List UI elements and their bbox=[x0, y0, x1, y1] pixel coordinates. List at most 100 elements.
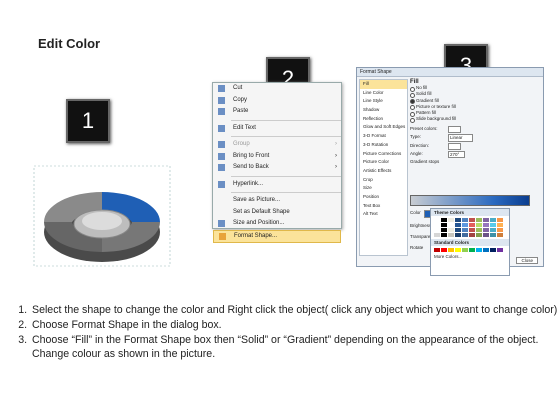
color-swatch[interactable] bbox=[476, 218, 482, 222]
color-swatch[interactable] bbox=[490, 218, 496, 222]
color-swatch[interactable] bbox=[483, 218, 489, 222]
category-item[interactable]: 3-D Rotation bbox=[360, 141, 407, 150]
color-swatch[interactable] bbox=[462, 248, 468, 252]
menu-item-save-as-picture[interactable]: Save as Picture... bbox=[213, 195, 341, 207]
color-swatch[interactable] bbox=[434, 233, 440, 237]
gradient-stops-bar[interactable] bbox=[410, 195, 530, 206]
menu-item-bring-to-front[interactable]: Bring to Front › bbox=[213, 151, 341, 163]
scissors-icon bbox=[218, 85, 225, 92]
category-item[interactable]: Glow and Soft Edges bbox=[360, 123, 407, 132]
color-swatch[interactable] bbox=[476, 233, 482, 237]
color-swatch[interactable] bbox=[490, 233, 496, 237]
category-item[interactable]: Alt Text bbox=[360, 210, 407, 219]
color-swatch[interactable] bbox=[462, 233, 468, 237]
color-swatch[interactable] bbox=[469, 218, 475, 222]
direction-dropdown[interactable] bbox=[448, 142, 461, 151]
color-swatch[interactable] bbox=[434, 228, 440, 232]
menu-item-set-as-default-shape[interactable]: Set as Default Shape bbox=[213, 207, 341, 219]
color-swatch[interactable] bbox=[441, 218, 447, 222]
category-item[interactable]: Position bbox=[360, 193, 407, 202]
category-item[interactable]: 3-D Format bbox=[360, 132, 407, 141]
close-button[interactable]: Close bbox=[516, 257, 538, 264]
category-item[interactable]: Reflection bbox=[360, 115, 407, 124]
preset-dropdown[interactable] bbox=[448, 125, 461, 134]
color-swatch[interactable] bbox=[448, 228, 454, 232]
menu-item-send-to-back[interactable]: Send to Back › bbox=[213, 162, 341, 174]
color-swatch[interactable] bbox=[448, 223, 454, 227]
menu-item-format-shape[interactable]: Format Shape... bbox=[213, 229, 341, 243]
color-swatch[interactable] bbox=[476, 228, 482, 232]
menu-separator bbox=[231, 119, 341, 121]
category-item[interactable]: Text Box bbox=[360, 202, 407, 211]
color-label: Color bbox=[410, 210, 421, 215]
color-swatch[interactable] bbox=[469, 233, 475, 237]
color-swatch[interactable] bbox=[497, 228, 503, 232]
category-item[interactable]: Line Style bbox=[360, 97, 407, 106]
menu-item-label: Hyperlink... bbox=[233, 180, 264, 187]
menu-item-cut[interactable]: Cut bbox=[213, 83, 341, 95]
color-swatch[interactable] bbox=[462, 223, 468, 227]
color-swatch[interactable] bbox=[497, 248, 503, 252]
color-swatch[interactable] bbox=[490, 223, 496, 227]
color-swatch[interactable] bbox=[497, 223, 503, 227]
color-swatch[interactable] bbox=[434, 218, 440, 222]
color-swatch[interactable] bbox=[483, 248, 489, 252]
menu-item-group: Group › bbox=[213, 139, 341, 151]
type-label: Type: bbox=[410, 134, 422, 140]
menu-separator bbox=[231, 136, 341, 137]
color-swatch[interactable] bbox=[434, 223, 440, 227]
color-swatch[interactable] bbox=[441, 223, 447, 227]
color-swatch[interactable] bbox=[448, 233, 454, 237]
menu-item-size-and-position[interactable]: Size and Position... bbox=[213, 218, 341, 230]
context-menu: Cut Copy Paste Edit Text Group › Bring to Fron… bbox=[212, 82, 342, 243]
color-swatch[interactable] bbox=[469, 223, 475, 227]
angle-input[interactable]: 270° bbox=[448, 150, 465, 159]
color-swatch[interactable] bbox=[497, 233, 503, 237]
color-swatch[interactable] bbox=[455, 233, 461, 237]
color-swatch[interactable] bbox=[455, 228, 461, 232]
color-swatch[interactable] bbox=[469, 228, 475, 232]
chevron-right-icon: › bbox=[335, 141, 337, 147]
color-swatch[interactable] bbox=[490, 248, 496, 252]
color-swatch[interactable] bbox=[483, 228, 489, 232]
gradient-stops-label: Gradient stops bbox=[410, 159, 440, 165]
category-item[interactable]: Artistic Effects bbox=[360, 167, 407, 176]
menu-item-copy[interactable]: Copy bbox=[213, 95, 341, 107]
color-swatch[interactable] bbox=[497, 218, 503, 222]
more-colors-link[interactable]: More Colors... bbox=[431, 254, 509, 259]
fill-option-radio[interactable]: Slide background fill bbox=[410, 116, 540, 124]
color-swatch[interactable] bbox=[441, 248, 447, 252]
color-swatch[interactable] bbox=[455, 223, 461, 227]
color-swatch[interactable] bbox=[448, 218, 454, 222]
color-swatch[interactable] bbox=[490, 228, 496, 232]
color-swatch[interactable] bbox=[483, 233, 489, 237]
color-swatch[interactable] bbox=[455, 218, 461, 222]
instruction-list: Select the shape to change the color and… bbox=[6, 303, 560, 362]
step-1-badge: 1 bbox=[66, 99, 110, 143]
color-swatch[interactable] bbox=[469, 248, 475, 252]
category-item[interactable]: Picture Corrections bbox=[360, 150, 407, 159]
color-swatch[interactable] bbox=[462, 228, 468, 232]
category-item[interactable]: Picture Color bbox=[360, 158, 407, 167]
category-item[interactable]: Shadow bbox=[360, 106, 407, 115]
color-swatch[interactable] bbox=[476, 248, 482, 252]
color-swatch[interactable] bbox=[441, 228, 447, 232]
color-swatch[interactable] bbox=[434, 248, 440, 252]
color-swatch[interactable] bbox=[462, 218, 468, 222]
donut-ring-shape[interactable] bbox=[32, 160, 172, 270]
category-item[interactable]: Fill bbox=[360, 80, 407, 89]
menu-item-paste[interactable]: Paste bbox=[213, 106, 341, 118]
color-swatch[interactable] bbox=[483, 223, 489, 227]
category-item[interactable]: Size bbox=[360, 184, 407, 193]
color-swatch[interactable] bbox=[448, 248, 454, 252]
category-item[interactable]: Line Color bbox=[360, 89, 407, 98]
color-swatch[interactable] bbox=[441, 233, 447, 237]
send-back-icon bbox=[218, 164, 225, 171]
color-swatch[interactable] bbox=[476, 223, 482, 227]
menu-item-hyperlink[interactable]: Hyperlink... bbox=[213, 179, 341, 191]
type-select[interactable]: Linear bbox=[448, 134, 473, 142]
menu-item-label: Paste bbox=[233, 108, 249, 114]
menu-item-edit-text[interactable]: Edit Text bbox=[213, 123, 341, 135]
color-swatch[interactable] bbox=[455, 248, 461, 252]
category-item[interactable]: Crop bbox=[360, 176, 407, 185]
